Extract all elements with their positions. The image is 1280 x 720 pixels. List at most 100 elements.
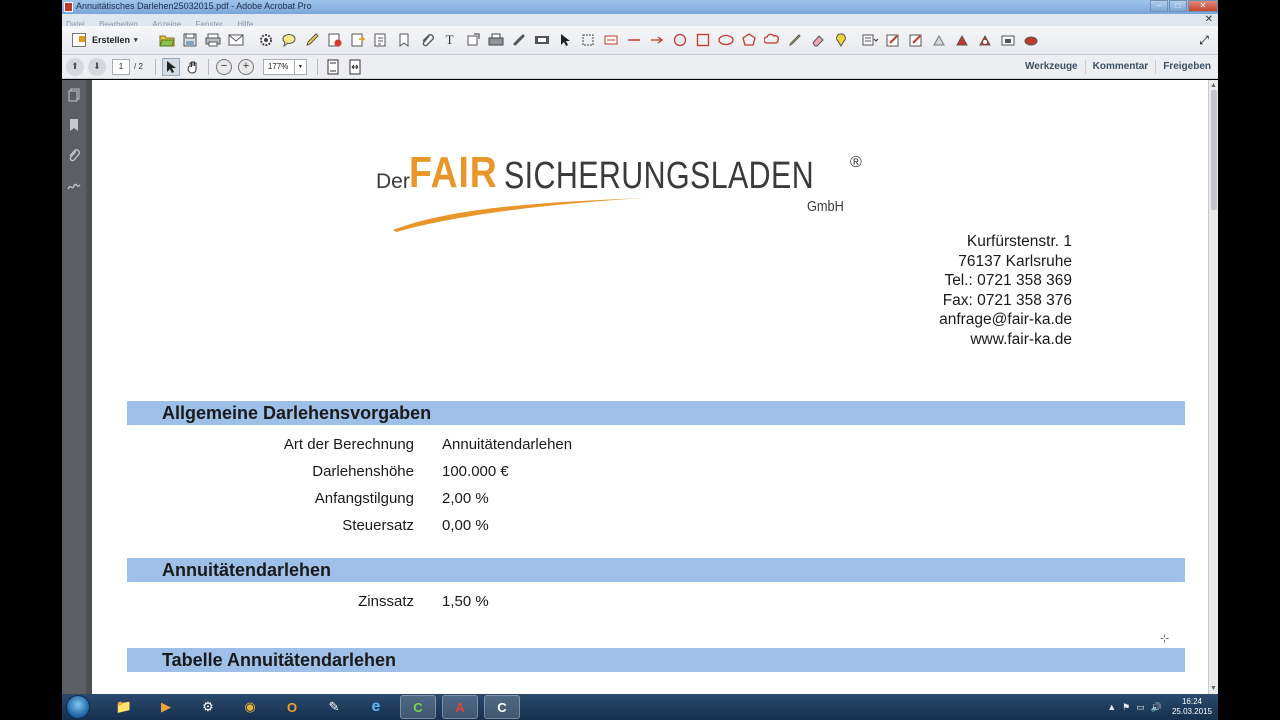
camtasia-recorder-icon[interactable]: C [484,695,520,719]
link-icon[interactable] [511,32,527,48]
maximize-button[interactable]: □ [1169,0,1187,12]
next-page-icon[interactable]: ⬇ [88,57,106,76]
tray-expand-icon[interactable]: ▲ [1107,702,1116,712]
crop-icon[interactable] [465,32,481,48]
sign2-icon[interactable] [931,32,947,48]
vertical-scrollbar[interactable]: ▲ ▼ [1208,80,1218,694]
media-player-icon[interactable]: ▶ [148,695,184,719]
text-field-icon[interactable]: T [442,32,458,48]
redact-icon[interactable] [908,32,924,48]
tab-werkzeuge[interactable]: Werkzeuge [1018,60,1085,74]
internet-explorer-icon[interactable]: e [358,695,394,719]
signature-icon[interactable] [67,178,81,192]
cloud-icon[interactable] [763,32,780,48]
zoom-value: 177% [267,61,289,71]
print-icon[interactable] [205,32,221,48]
scroll-up-icon[interactable]: ▲ [1210,82,1217,89]
fit-page-icon[interactable] [324,58,342,76]
line-icon[interactable] [626,32,642,48]
row-label: Steuersatz [342,517,414,534]
row-label: Art der Berechnung [283,436,414,453]
highlight-icon[interactable] [304,32,320,48]
redact2-icon[interactable] [954,32,970,48]
rectangle-icon[interactable] [695,32,711,48]
chevron-down-icon: ▾ [134,37,138,44]
camtasia-icon[interactable]: C [400,695,436,719]
section-title: Allgemeine Darlehensvorgaben [162,403,432,423]
scroll-thumb[interactable] [1211,90,1217,210]
sign-icon[interactable] [885,32,901,48]
annotations-icon[interactable] [862,32,879,48]
shred2-icon[interactable] [1023,32,1039,48]
start-button[interactable] [66,695,90,719]
document-close-button[interactable]: ✕ [1205,14,1213,26]
pin-icon[interactable] [833,32,849,48]
file-explorer-icon[interactable]: 📁 [106,695,142,719]
eraser-icon[interactable] [810,32,826,48]
chevron-down-icon: ▾ [293,59,306,74]
zoom-select[interactable]: 177% ▾ [262,58,307,75]
action-center-icon[interactable]: ⚑ [1122,702,1130,713]
email-icon[interactable] [228,32,244,48]
acrobat-app-icon [64,2,73,12]
minimize-button[interactable]: – [1150,0,1168,12]
create-button[interactable]: Erstellen ▾ [68,30,142,50]
open-icon[interactable] [159,32,175,48]
polygon-icon[interactable] [741,32,757,48]
paperclip-icon[interactable] [419,32,435,48]
row-label: Zinssatz [358,593,414,610]
logo-gmbh: GmbH [807,198,844,215]
erase-redact-icon[interactable] [977,32,993,48]
oval-icon[interactable] [717,32,734,48]
tab-freigeben[interactable]: Freigeben [1155,59,1218,74]
document-page: Der FAIR SICHERUNGSLADEN ® GmbH Kurfürst… [92,80,1208,694]
tab-kommentar[interactable]: Kommentar [1084,59,1156,74]
network-icon[interactable]: ▭ [1136,702,1145,713]
tool-icon[interactable]: ✎ [316,695,352,719]
select-icon[interactable] [557,32,573,48]
save-icon[interactable] [182,32,198,48]
video-icon[interactable] [534,32,550,48]
outlook-icon[interactable]: O [274,695,310,719]
clock-date: 25.03.2015 [1171,707,1212,716]
bookmark-add-icon[interactable] [396,32,412,48]
company-address: Kurfürstenstr. 1 76137 Karlsruhe Tel.: 0… [939,232,1072,349]
control-panel-icon[interactable]: ⚙ [190,695,226,719]
zoom-out-icon[interactable]: − [215,58,232,75]
settings-icon[interactable] [258,32,274,48]
volume-icon[interactable]: 🔊 [1151,702,1162,713]
chrome-icon[interactable]: ◉ [232,695,268,719]
edit-text-icon[interactable] [603,32,619,48]
menu-bar: Datei Bearbeiten Anzeige Fenster Hilfe ✕ [62,14,1218,29]
page-number-input[interactable]: 1 [112,58,130,75]
close-button[interactable]: ✕ [1188,0,1218,12]
fit-width-icon[interactable] [346,58,364,76]
select-tool-icon[interactable] [161,57,180,76]
attach-file-icon[interactable] [350,32,366,48]
arrow-icon[interactable] [649,32,665,48]
comment-icon[interactable] [281,32,297,48]
attachment-icon[interactable] [67,148,81,162]
scroll-down-icon[interactable]: ▼ [1210,685,1217,692]
bookmark-icon[interactable] [67,118,81,132]
section-title: Tabelle Annuitätendarlehen [162,650,397,670]
add-text-icon[interactable] [373,32,389,48]
circle-icon[interactable] [672,32,688,48]
address-email: anfrage@fair-ka.de [939,311,1072,328]
previous-page-icon[interactable]: ⬆ [66,57,84,76]
area-icon[interactable] [580,32,596,48]
divider [207,58,209,75]
clock[interactable]: 16:24 25.03.2015 [1172,697,1212,717]
expand-icon[interactable]: ⤢ [1196,32,1212,48]
pages-icon[interactable] [67,88,81,102]
section-header-annuity: Annuitätendarlehen [127,558,1185,582]
shred-icon[interactable] [1000,32,1016,48]
stamp-icon[interactable] [327,32,343,48]
acrobat-icon[interactable]: A [442,695,478,719]
logo-registered: ® [850,154,862,171]
printer-icon[interactable] [488,32,504,48]
pencil-icon[interactable] [787,32,803,48]
data-row: Art der Berechnung Annuitätendarlehen [92,436,692,456]
zoom-in-icon[interactable]: + [237,58,254,75]
hand-tool-icon[interactable] [184,58,202,76]
